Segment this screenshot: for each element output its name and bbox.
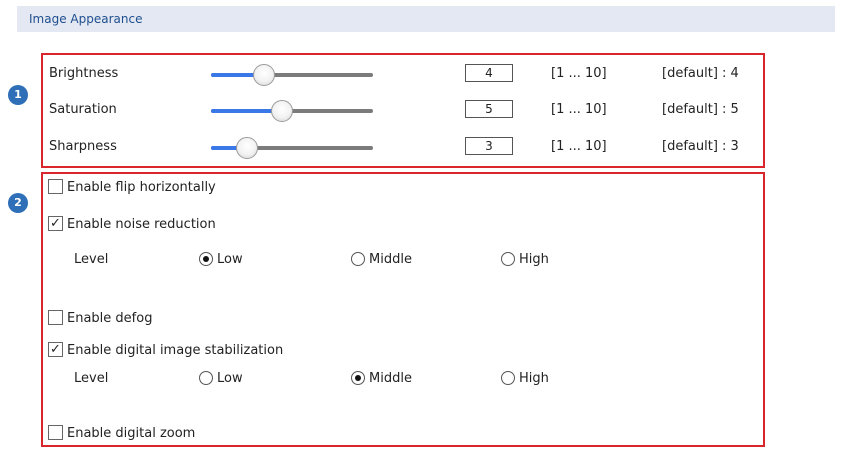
sharpness-default: [default] : 3 xyxy=(662,139,739,154)
defog-option[interactable]: Enable defog xyxy=(48,310,152,328)
brightness-slider-handle[interactable] xyxy=(253,64,275,86)
dis-level-label: Level xyxy=(74,371,109,386)
digital-zoom-label: Enable digital zoom xyxy=(67,426,196,441)
dis-checkbox[interactable]: ✓ xyxy=(48,342,63,357)
badge-2: 2 xyxy=(8,193,28,213)
dis-level-middle-label: Middle xyxy=(369,371,412,386)
dis-level-row: Level Low Middle High xyxy=(74,370,549,388)
brightness-row: Brightness 4 [1 ... 10] [default] : 4 xyxy=(43,55,763,95)
noise-level-high[interactable]: High xyxy=(501,251,549,269)
saturation-range: [1 ... 10] xyxy=(551,102,607,117)
dis-level-middle[interactable]: Middle xyxy=(351,370,412,388)
flip-label: Enable flip horizontally xyxy=(67,180,216,195)
brightness-value-input[interactable]: 4 xyxy=(465,64,513,82)
saturation-row: Saturation 5 [1 ... 10] [default] : 5 xyxy=(43,91,763,131)
badge-1: 1 xyxy=(8,85,28,105)
noise-level-low-label: Low xyxy=(217,252,243,267)
noise-level-low-radio[interactable] xyxy=(199,251,213,266)
sharpness-label: Sharpness xyxy=(49,139,117,154)
noise-level-row: Level Low Middle High xyxy=(74,251,549,269)
flip-checkbox[interactable] xyxy=(48,179,63,194)
dis-level-middle-radio[interactable] xyxy=(351,370,365,385)
options-panel: Enable flip horizontally ✓ Enable noise r… xyxy=(41,172,765,447)
noise-reduction-checkbox[interactable]: ✓ xyxy=(48,216,63,231)
dis-level-high-radio[interactable] xyxy=(501,370,515,385)
noise-level-high-radio[interactable] xyxy=(501,251,515,266)
brightness-slider[interactable] xyxy=(211,64,373,86)
noise-level-low[interactable]: Low xyxy=(199,251,243,269)
digital-zoom-checkbox[interactable] xyxy=(48,425,63,440)
dis-level-high-label: High xyxy=(519,371,549,386)
digital-zoom-option[interactable]: Enable digital zoom xyxy=(48,425,195,443)
dis-level-high[interactable]: High xyxy=(501,370,549,388)
brightness-default: [default] : 4 xyxy=(662,66,739,81)
saturation-slider-handle[interactable] xyxy=(271,100,293,122)
sharpness-value-input[interactable]: 3 xyxy=(465,137,513,155)
dis-level-low-radio[interactable] xyxy=(199,370,213,385)
flip-option[interactable]: Enable flip horizontally xyxy=(48,179,216,197)
saturation-label: Saturation xyxy=(49,102,117,117)
saturation-value-input[interactable]: 5 xyxy=(465,100,513,118)
noise-level-high-label: High xyxy=(519,252,549,267)
section-header: Image Appearance xyxy=(17,6,835,32)
noise-level-middle-label: Middle xyxy=(369,252,412,267)
dis-option[interactable]: ✓ Enable digital image stabilization xyxy=(48,342,283,360)
sharpness-slider-handle[interactable] xyxy=(236,137,258,159)
section-title: Image Appearance xyxy=(29,12,143,26)
saturation-default: [default] : 5 xyxy=(662,102,739,117)
noise-level-middle[interactable]: Middle xyxy=(351,251,412,269)
noise-reduction-option[interactable]: ✓ Enable noise reduction xyxy=(48,216,216,234)
dis-level-low[interactable]: Low xyxy=(199,370,243,388)
noise-level-middle-radio[interactable] xyxy=(351,251,365,266)
slider-panel: Brightness 4 [1 ... 10] [default] : 4 Sa… xyxy=(41,53,765,168)
brightness-range: [1 ... 10] xyxy=(551,66,607,81)
sharpness-range: [1 ... 10] xyxy=(551,139,607,154)
noise-level-label: Level xyxy=(74,252,109,267)
brightness-label: Brightness xyxy=(49,66,119,81)
defog-checkbox[interactable] xyxy=(48,310,63,325)
saturation-slider[interactable] xyxy=(211,100,373,122)
sharpness-slider[interactable] xyxy=(211,137,373,159)
sharpness-row: Sharpness 3 [1 ... 10] [default] : 3 xyxy=(43,128,763,168)
dis-level-low-label: Low xyxy=(217,371,243,386)
defog-label: Enable defog xyxy=(67,311,153,326)
dis-label: Enable digital image stabilization xyxy=(67,343,284,358)
noise-reduction-label: Enable noise reduction xyxy=(67,217,216,232)
